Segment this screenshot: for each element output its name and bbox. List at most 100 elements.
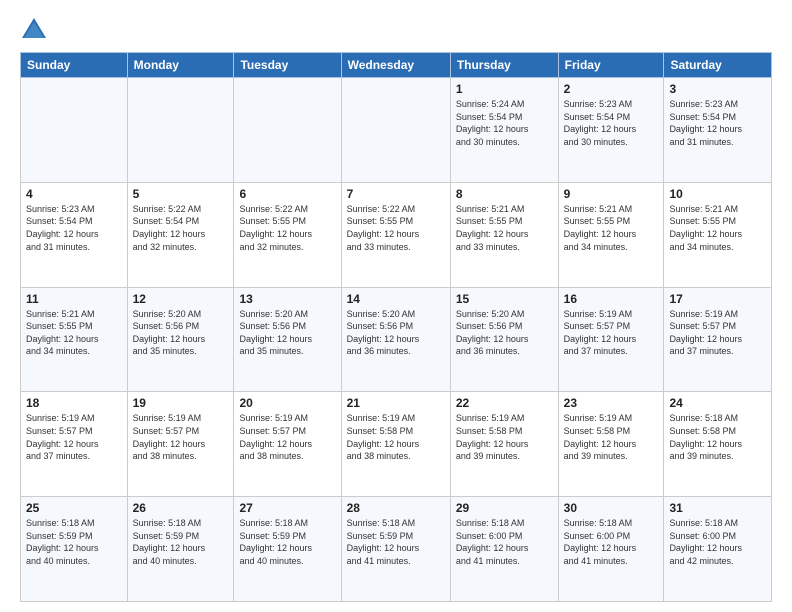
calendar-cell: 16Sunrise: 5:19 AM Sunset: 5:57 PM Dayli… <box>558 287 664 392</box>
calendar-cell: 7Sunrise: 5:22 AM Sunset: 5:55 PM Daylig… <box>341 182 450 287</box>
calendar-cell: 12 Sunrise: 5:20 AM Sunset: 5:56 PM Dayli… <box>127 287 234 392</box>
day-number: 15 <box>456 292 553 306</box>
day-info: Sunrise: 5:20 AM Sunset: 5:56 PM Dayligh… <box>456 308 553 358</box>
day-info: Sunrise: 5:19 AM Sunset: 5:58 PM Dayligh… <box>564 412 659 462</box>
day-number: 8 <box>456 187 553 201</box>
day-info: Sunrise: 5:23 AM Sunset: 5:54 PM Dayligh… <box>26 203 122 253</box>
calendar-body: 1 Sunrise: 5:24 AM Sunset: 5:54 PM Daylig… <box>21 78 772 602</box>
day-info: Sunrise: 5:19 AM Sunset: 5:57 PM Dayligh… <box>26 412 122 462</box>
calendar-cell: 2 Sunrise: 5:23 AM Sunset: 5:54 PM Daylig… <box>558 78 664 183</box>
calendar-cell: 27Sunrise: 5:18 AM Sunset: 5:59 PM Dayli… <box>234 497 341 602</box>
week-row-4: 25 Sunrise: 5:18 AM Sunset: 5:59 PM Dayli… <box>21 497 772 602</box>
day-number: 11 <box>26 292 122 306</box>
day-info: Sunrise: 5:19 AM Sunset: 5:57 PM Dayligh… <box>564 308 659 358</box>
day-info: Sunrise: 5:18 AM Sunset: 5:59 PM Dayligh… <box>133 517 229 567</box>
day-number: 7 <box>347 187 445 201</box>
calendar-cell <box>234 78 341 183</box>
calendar-cell: 8Sunrise: 5:21 AM Sunset: 5:55 PM Daylig… <box>450 182 558 287</box>
day-info: Sunrise: 5:23 AM Sunset: 5:54 PM Dayligh… <box>669 98 766 148</box>
day-number: 20 <box>239 396 335 410</box>
day-number: 10 <box>669 187 766 201</box>
calendar-page: SundayMondayTuesdayWednesdayThursdayFrid… <box>0 0 792 612</box>
day-info: Sunrise: 5:22 AM Sunset: 5:55 PM Dayligh… <box>239 203 335 253</box>
day-number: 2 <box>564 82 659 96</box>
week-row-0: 1 Sunrise: 5:24 AM Sunset: 5:54 PM Daylig… <box>21 78 772 183</box>
calendar-cell: 31 Sunrise: 5:18 AM Sunset: 6:00 PM Dayli… <box>664 497 772 602</box>
calendar-cell: 4Sunrise: 5:23 AM Sunset: 5:54 PM Daylig… <box>21 182 128 287</box>
header <box>20 16 772 44</box>
calendar-table: SundayMondayTuesdayWednesdayThursdayFrid… <box>20 52 772 602</box>
calendar-cell: 29Sunrise: 5:18 AM Sunset: 6:00 PM Dayli… <box>450 497 558 602</box>
day-number: 31 <box>669 501 766 515</box>
calendar-cell: 13 Sunrise: 5:20 AM Sunset: 5:56 PM Dayli… <box>234 287 341 392</box>
day-info: Sunrise: 5:18 AM Sunset: 5:59 PM Dayligh… <box>26 517 122 567</box>
day-number: 28 <box>347 501 445 515</box>
calendar-cell: 23 Sunrise: 5:19 AM Sunset: 5:58 PM Dayli… <box>558 392 664 497</box>
day-info: Sunrise: 5:19 AM Sunset: 5:57 PM Dayligh… <box>239 412 335 462</box>
day-info: Sunrise: 5:20 AM Sunset: 5:56 PM Dayligh… <box>133 308 229 358</box>
calendar-cell: 15 Sunrise: 5:20 AM Sunset: 5:56 PM Dayli… <box>450 287 558 392</box>
day-number: 12 <box>133 292 229 306</box>
week-row-2: 11 Sunrise: 5:21 AM Sunset: 5:55 PM Dayli… <box>21 287 772 392</box>
day-number: 1 <box>456 82 553 96</box>
calendar-cell: 3 Sunrise: 5:23 AM Sunset: 5:54 PM Daylig… <box>664 78 772 183</box>
calendar-cell: 28 Sunrise: 5:18 AM Sunset: 5:59 PM Dayli… <box>341 497 450 602</box>
calendar-cell: 11 Sunrise: 5:21 AM Sunset: 5:55 PM Dayli… <box>21 287 128 392</box>
week-row-3: 18 Sunrise: 5:19 AM Sunset: 5:57 PM Dayli… <box>21 392 772 497</box>
day-info: Sunrise: 5:19 AM Sunset: 5:58 PM Dayligh… <box>347 412 445 462</box>
calendar-cell: 30 Sunrise: 5:18 AM Sunset: 6:00 PM Dayli… <box>558 497 664 602</box>
day-number: 30 <box>564 501 659 515</box>
day-number: 9 <box>564 187 659 201</box>
day-info: Sunrise: 5:20 AM Sunset: 5:56 PM Dayligh… <box>239 308 335 358</box>
day-info: Sunrise: 5:21 AM Sunset: 5:55 PM Dayligh… <box>564 203 659 253</box>
calendar-cell: 25 Sunrise: 5:18 AM Sunset: 5:59 PM Dayli… <box>21 497 128 602</box>
day-info: Sunrise: 5:18 AM Sunset: 5:59 PM Dayligh… <box>347 517 445 567</box>
calendar-cell <box>341 78 450 183</box>
day-info: Sunrise: 5:18 AM Sunset: 6:00 PM Dayligh… <box>669 517 766 567</box>
day-number: 19 <box>133 396 229 410</box>
day-info: Sunrise: 5:19 AM Sunset: 5:57 PM Dayligh… <box>669 308 766 358</box>
day-number: 29 <box>456 501 553 515</box>
weekday-header-tuesday: Tuesday <box>234 53 341 78</box>
calendar-cell <box>127 78 234 183</box>
day-number: 3 <box>669 82 766 96</box>
calendar-cell: 9 Sunrise: 5:21 AM Sunset: 5:55 PM Daylig… <box>558 182 664 287</box>
day-number: 5 <box>133 187 229 201</box>
calendar-cell: 26 Sunrise: 5:18 AM Sunset: 5:59 PM Dayli… <box>127 497 234 602</box>
day-number: 23 <box>564 396 659 410</box>
day-info: Sunrise: 5:22 AM Sunset: 5:54 PM Dayligh… <box>133 203 229 253</box>
weekday-header-monday: Monday <box>127 53 234 78</box>
weekday-row: SundayMondayTuesdayWednesdayThursdayFrid… <box>21 53 772 78</box>
day-number: 17 <box>669 292 766 306</box>
day-number: 13 <box>239 292 335 306</box>
day-number: 21 <box>347 396 445 410</box>
logo-icon <box>20 16 48 44</box>
calendar-cell: 14 Sunrise: 5:20 AM Sunset: 5:56 PM Dayli… <box>341 287 450 392</box>
day-number: 22 <box>456 396 553 410</box>
day-info: Sunrise: 5:19 AM Sunset: 5:58 PM Dayligh… <box>456 412 553 462</box>
day-number: 18 <box>26 396 122 410</box>
calendar-cell: 6 Sunrise: 5:22 AM Sunset: 5:55 PM Daylig… <box>234 182 341 287</box>
day-number: 14 <box>347 292 445 306</box>
day-info: Sunrise: 5:21 AM Sunset: 5:55 PM Dayligh… <box>669 203 766 253</box>
weekday-header-saturday: Saturday <box>664 53 772 78</box>
calendar-cell: 24Sunrise: 5:18 AM Sunset: 5:58 PM Dayli… <box>664 392 772 497</box>
calendar-cell: 10 Sunrise: 5:21 AM Sunset: 5:55 PM Dayli… <box>664 182 772 287</box>
day-info: Sunrise: 5:20 AM Sunset: 5:56 PM Dayligh… <box>347 308 445 358</box>
day-number: 27 <box>239 501 335 515</box>
day-info: Sunrise: 5:21 AM Sunset: 5:55 PM Dayligh… <box>26 308 122 358</box>
weekday-header-thursday: Thursday <box>450 53 558 78</box>
calendar-cell: 17 Sunrise: 5:19 AM Sunset: 5:57 PM Dayli… <box>664 287 772 392</box>
day-info: Sunrise: 5:18 AM Sunset: 5:58 PM Dayligh… <box>669 412 766 462</box>
calendar-cell <box>21 78 128 183</box>
day-info: Sunrise: 5:24 AM Sunset: 5:54 PM Dayligh… <box>456 98 553 148</box>
weekday-header-sunday: Sunday <box>21 53 128 78</box>
weekday-header-friday: Friday <box>558 53 664 78</box>
day-info: Sunrise: 5:18 AM Sunset: 6:00 PM Dayligh… <box>564 517 659 567</box>
day-number: 6 <box>239 187 335 201</box>
calendar-cell: 1 Sunrise: 5:24 AM Sunset: 5:54 PM Daylig… <box>450 78 558 183</box>
day-info: Sunrise: 5:23 AM Sunset: 5:54 PM Dayligh… <box>564 98 659 148</box>
day-number: 25 <box>26 501 122 515</box>
logo <box>20 16 52 44</box>
day-number: 26 <box>133 501 229 515</box>
